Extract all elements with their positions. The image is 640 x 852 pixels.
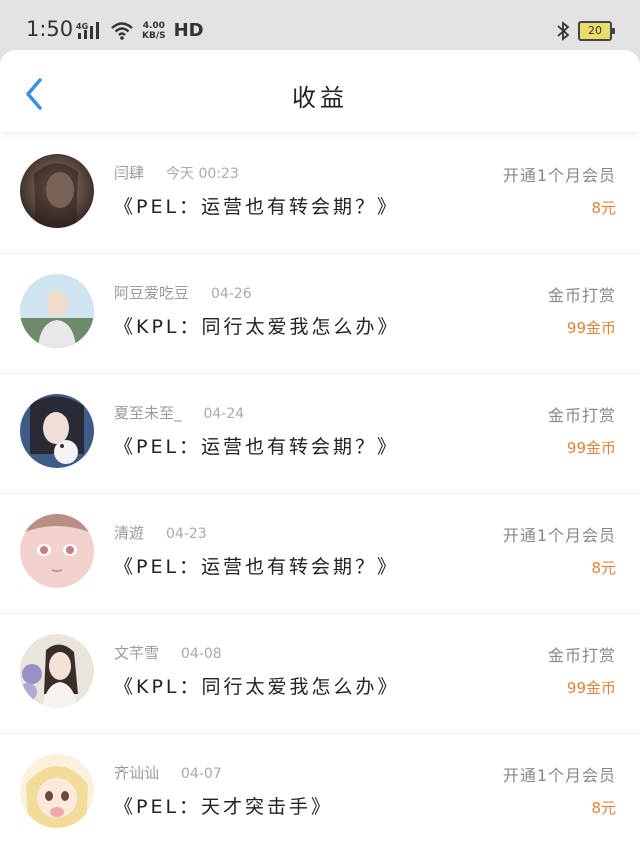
wifi-icon: [111, 21, 133, 40]
user-name: 文芊雪: [114, 644, 160, 662]
income-type: 开通1个月会员: [502, 166, 616, 185]
income-amount: 8元: [591, 199, 616, 217]
item-date: 今天 00:23: [166, 166, 239, 182]
user-meta: 清遊 04-23: [114, 522, 207, 543]
avatar: [20, 514, 94, 588]
network-label: 4G: [76, 22, 88, 31]
item-date: 04-08: [181, 646, 222, 662]
user-name: 阿豆爱吃豆: [114, 284, 190, 302]
user-meta: 文芊雪 04-08: [114, 642, 222, 663]
article-title: 《PEL：运营也有转会期？》: [114, 556, 400, 578]
network-speed: 4.00 KB/S: [142, 21, 166, 41]
user-meta: 齐讪讪 04-07: [114, 762, 222, 783]
income-type: 金币打赏: [547, 406, 616, 425]
item-date: 04-07: [181, 766, 222, 782]
list-item[interactable]: 文芊雪 04-08 《KPL：同行太爱我怎么办》 金币打赏 99金币: [0, 614, 640, 734]
income-amount: 8元: [591, 559, 616, 577]
status-right: 20: [556, 20, 615, 42]
list-item[interactable]: 夏至未至_ 04-24 《PEL：运营也有转会期？》 金币打赏 99金币: [0, 374, 640, 494]
income-amount: 99金币: [566, 439, 616, 457]
income-amount: 99金币: [566, 319, 616, 337]
income-type: 开通1个月会员: [502, 766, 616, 785]
income-amount: 8元: [591, 799, 616, 817]
article-title: 《PEL：运营也有转会期？》: [114, 196, 400, 218]
list-item[interactable]: 清遊 04-23 《PEL：运营也有转会期？》 开通1个月会员 8元: [0, 494, 640, 614]
signal-icon: 4G: [76, 21, 99, 39]
user-name: 齐讪讪: [114, 764, 160, 782]
article-title: 《PEL：运营也有转会期？》: [114, 436, 400, 458]
page-title: 收益: [292, 84, 348, 112]
status-time: 1:50: [26, 17, 74, 41]
item-date: 04-24: [203, 406, 245, 422]
item-date: 04-26: [211, 286, 252, 302]
speed-value: 4.00: [142, 20, 165, 31]
income-type: 金币打赏: [547, 286, 616, 305]
avatar: [20, 634, 94, 708]
article-title: 《KPL：同行太爱我怎么办》: [114, 676, 400, 698]
list-item[interactable]: 阿豆爱吃豆 04-26 《KPL：同行太爱我怎么办》 金币打赏 99金币: [0, 254, 640, 374]
avatar: [20, 154, 94, 228]
list-item[interactable]: 闫肆 今天 00:23 《PEL：运营也有转会期？》 开通1个月会员 8元: [0, 134, 640, 254]
list-item[interactable]: 齐讪讪 04-07 《PEL：天才突击手》 开通1个月会员 8元: [0, 734, 640, 852]
user-name: 清遊: [114, 524, 145, 542]
income-type: 开通1个月会员: [502, 526, 616, 545]
speed-unit: KB/S: [142, 30, 166, 41]
hd-label: HD: [173, 20, 204, 41]
user-name: 夏至未至_: [114, 404, 182, 422]
item-date: 04-23: [166, 526, 207, 542]
user-name: 闫肆: [114, 164, 145, 182]
income-type: 金币打赏: [547, 646, 616, 665]
battery-icon: 20: [578, 21, 615, 41]
avatar: [20, 754, 94, 828]
bluetooth-icon: [557, 21, 570, 41]
status-icons: 4G 4.00 KB/S HD: [76, 20, 204, 41]
article-title: 《PEL：天才突击手》: [114, 796, 334, 818]
nav-bar: 收益: [0, 50, 640, 132]
user-meta: 夏至未至_ 04-24: [114, 402, 244, 423]
user-meta: 闫肆 今天 00:23: [114, 162, 239, 183]
income-amount: 99金币: [566, 679, 616, 697]
income-list: 闫肆 今天 00:23 《PEL：运营也有转会期？》 开通1个月会员 8元 阿豆爱…: [0, 134, 640, 852]
avatar: [20, 274, 94, 348]
avatar: [20, 394, 94, 468]
user-meta: 阿豆爱吃豆 04-26: [114, 282, 252, 303]
article-title: 《KPL：同行太爱我怎么办》: [114, 316, 400, 338]
